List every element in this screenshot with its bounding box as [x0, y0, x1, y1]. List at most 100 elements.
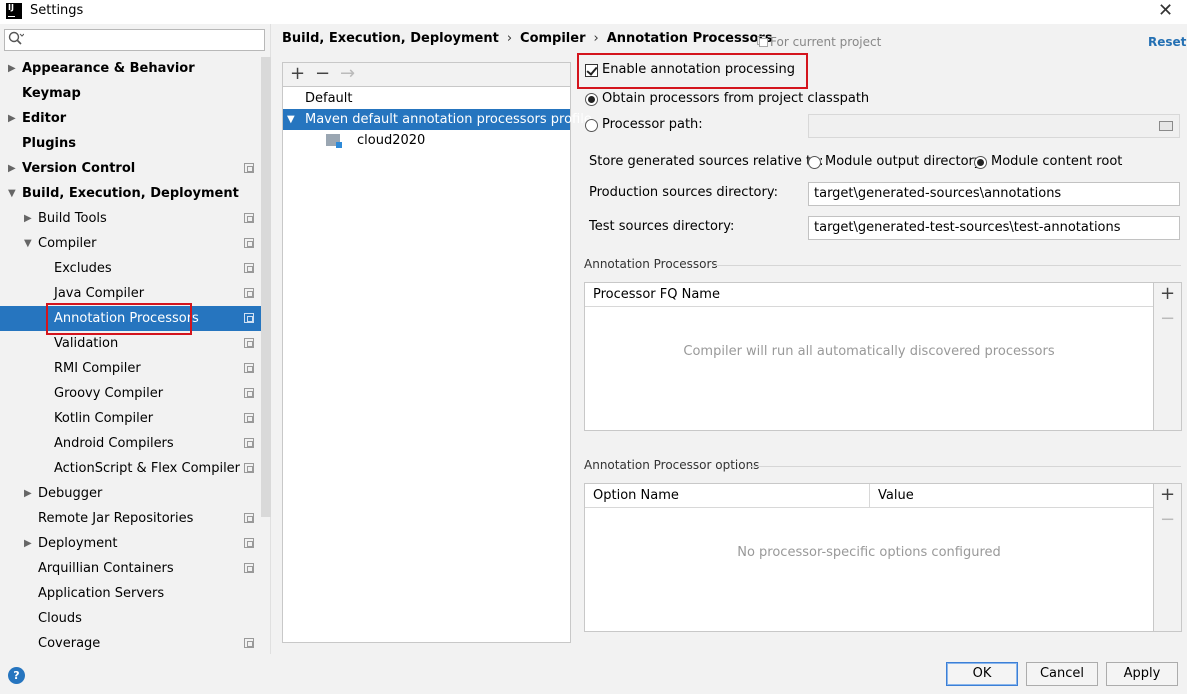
sidebar-item[interactable]: ▶ Build Tools [0, 206, 260, 231]
processor-path-radio[interactable] [585, 119, 598, 132]
sidebar-item-label: Deployment [38, 536, 118, 551]
chevron-right-icon[interactable]: ▶ [8, 56, 16, 81]
profile-item-default[interactable]: Default [283, 88, 570, 109]
chevron-right-icon[interactable]: ▶ [24, 481, 32, 506]
processor-path-label: Processor path: [602, 117, 703, 132]
option-value-header[interactable]: Value [870, 484, 1153, 508]
chevron-down-icon[interactable]: ▼ [8, 181, 16, 206]
browse-folder-icon[interactable] [1159, 121, 1173, 131]
sidebar-item[interactable]: Clouds [0, 606, 260, 631]
sidebar-item[interactable]: Groovy Compiler [0, 381, 260, 406]
sidebar-item-label: Plugins [22, 136, 76, 151]
sidebar-item-label: Appearance & Behavior [22, 61, 195, 76]
breadcrumb-item-compiler[interactable]: Compiler [520, 31, 585, 46]
remove-option-button[interactable]: − [1160, 509, 1175, 530]
scope-note-label: For current project [770, 35, 882, 49]
sidebar-item[interactable]: ActionScript & Flex Compiler [0, 456, 260, 481]
sidebar-item-label: Keymap [22, 86, 81, 101]
chevron-right-icon[interactable]: ▶ [8, 106, 16, 131]
project-scope-icon [244, 388, 254, 398]
project-scope-icon [244, 163, 254, 173]
sidebar-item-label: Compiler [38, 236, 97, 251]
sidebar-item-label: Arquillian Containers [38, 561, 174, 576]
project-scope-icon [244, 213, 254, 223]
move-to-profile-button[interactable]: → [340, 63, 355, 85]
project-scope-icon [244, 413, 254, 423]
sidebar-item[interactable]: Arquillian Containers [0, 556, 260, 581]
sidebar-item[interactable]: ▼ Compiler [0, 231, 260, 256]
project-scope-icon [244, 288, 254, 298]
chevron-right-icon[interactable]: ▶ [24, 531, 32, 556]
production-dir-input[interactable]: target\generated-sources\annotations [808, 182, 1180, 206]
processor-fq-name-header[interactable]: Processor FQ Name [585, 283, 1153, 307]
remove-processor-button[interactable]: − [1160, 308, 1175, 329]
test-dir-label: Test sources directory: [589, 219, 735, 234]
breadcrumb-item-build[interactable]: Build, Execution, Deployment [282, 31, 499, 46]
sidebar-item[interactable]: Android Compilers [0, 431, 260, 456]
sidebar-item[interactable]: Application Servers [0, 581, 260, 606]
sidebar-item-label: Build, Execution, Deployment [22, 186, 239, 201]
sidebar-scrollbar[interactable] [261, 57, 271, 517]
sidebar-item[interactable]: ▶ Appearance & Behavior [0, 56, 260, 81]
add-processor-button[interactable]: + [1160, 283, 1175, 304]
option-name-header[interactable]: Option Name [585, 484, 870, 508]
sidebar-item[interactable]: ▶ Deployment [0, 531, 260, 556]
processor-path-field[interactable] [808, 114, 1180, 138]
sidebar-item[interactable]: Kotlin Compiler [0, 406, 260, 431]
sidebar-item[interactable]: Excludes [0, 256, 260, 281]
sidebar-item-label: Excludes [54, 261, 112, 276]
sidebar-item[interactable]: RMI Compiler [0, 356, 260, 381]
project-scope-icon [244, 438, 254, 448]
sidebar-item-label: Remote Jar Repositories [38, 511, 194, 526]
sidebar-item[interactable]: Coverage [0, 631, 260, 656]
ok-button[interactable]: OK [946, 662, 1018, 686]
project-scope-icon [244, 338, 254, 348]
sidebar-item-label: Application Servers [38, 586, 165, 601]
apply-button[interactable]: Apply [1106, 662, 1178, 686]
sidebar-item-label: Kotlin Compiler [54, 411, 154, 426]
close-icon[interactable]: ✕ [1158, 0, 1173, 21]
sidebar-item[interactable]: ▶ Editor [0, 106, 260, 131]
chevron-right-icon[interactable]: ▶ [24, 206, 32, 231]
module-output-directory-radio[interactable] [808, 156, 821, 169]
sidebar-item-label: Clouds [38, 611, 82, 626]
sidebar-item[interactable]: ▼ Build, Execution, Deployment [0, 181, 260, 206]
project-scope-icon [244, 363, 254, 373]
search-input[interactable] [30, 31, 260, 49]
options-empty-text: No processor-specific options configured [737, 545, 1001, 560]
processors-table-toolbar: + − [1153, 283, 1181, 430]
cancel-button[interactable]: Cancel [1026, 662, 1098, 686]
breadcrumb: Build, Execution, Deployment › Compiler › An… [282, 31, 773, 46]
project-scope-icon [757, 36, 768, 47]
sidebar-item-label: Build Tools [38, 211, 107, 226]
sidebar-item[interactable]: Plugins [0, 131, 260, 156]
module-content-root-label: Module content root [991, 154, 1123, 169]
sidebar-item[interactable]: Remote Jar Repositories [0, 506, 260, 531]
reset-link[interactable]: Reset [1148, 35, 1186, 49]
chevron-right-icon[interactable]: ▶ [8, 156, 16, 181]
sidebar-item-label: Editor [22, 111, 67, 126]
sidebar-item[interactable]: Keymap [0, 81, 260, 106]
project-scope-icon [244, 513, 254, 523]
profile-label: Default [305, 91, 353, 106]
sidebar-item[interactable]: ▶ Debugger [0, 481, 260, 506]
profile-item-maven-default[interactable]: ▼ Maven default annotation processors pr… [283, 109, 592, 130]
production-dir-label: Production sources directory: [589, 185, 778, 200]
help-icon[interactable]: ? [8, 667, 25, 684]
test-dir-input[interactable]: target\generated-test-sources\test-annot… [808, 216, 1180, 240]
enable-annotation-processing-checkbox[interactable] [585, 64, 598, 77]
module-content-root-radio[interactable] [974, 156, 987, 169]
sidebar-item[interactable]: ▶ Version Control [0, 156, 260, 181]
project-scope-icon [244, 313, 254, 323]
chevron-down-icon: ▼ [287, 114, 295, 125]
sidebar-item-label: Version Control [22, 161, 136, 176]
obtain-from-classpath-radio[interactable] [585, 93, 598, 106]
remove-profile-button[interactable]: − [315, 63, 330, 85]
module-folder-icon [326, 134, 342, 148]
module-label: cloud2020 [357, 133, 426, 148]
enable-annotation-processing-label: Enable annotation processing [602, 62, 795, 77]
sidebar-item[interactable]: Validation [0, 331, 260, 356]
add-option-button[interactable]: + [1160, 484, 1175, 505]
chevron-down-icon[interactable]: ▼ [24, 231, 32, 256]
add-profile-button[interactable]: + [290, 63, 305, 85]
